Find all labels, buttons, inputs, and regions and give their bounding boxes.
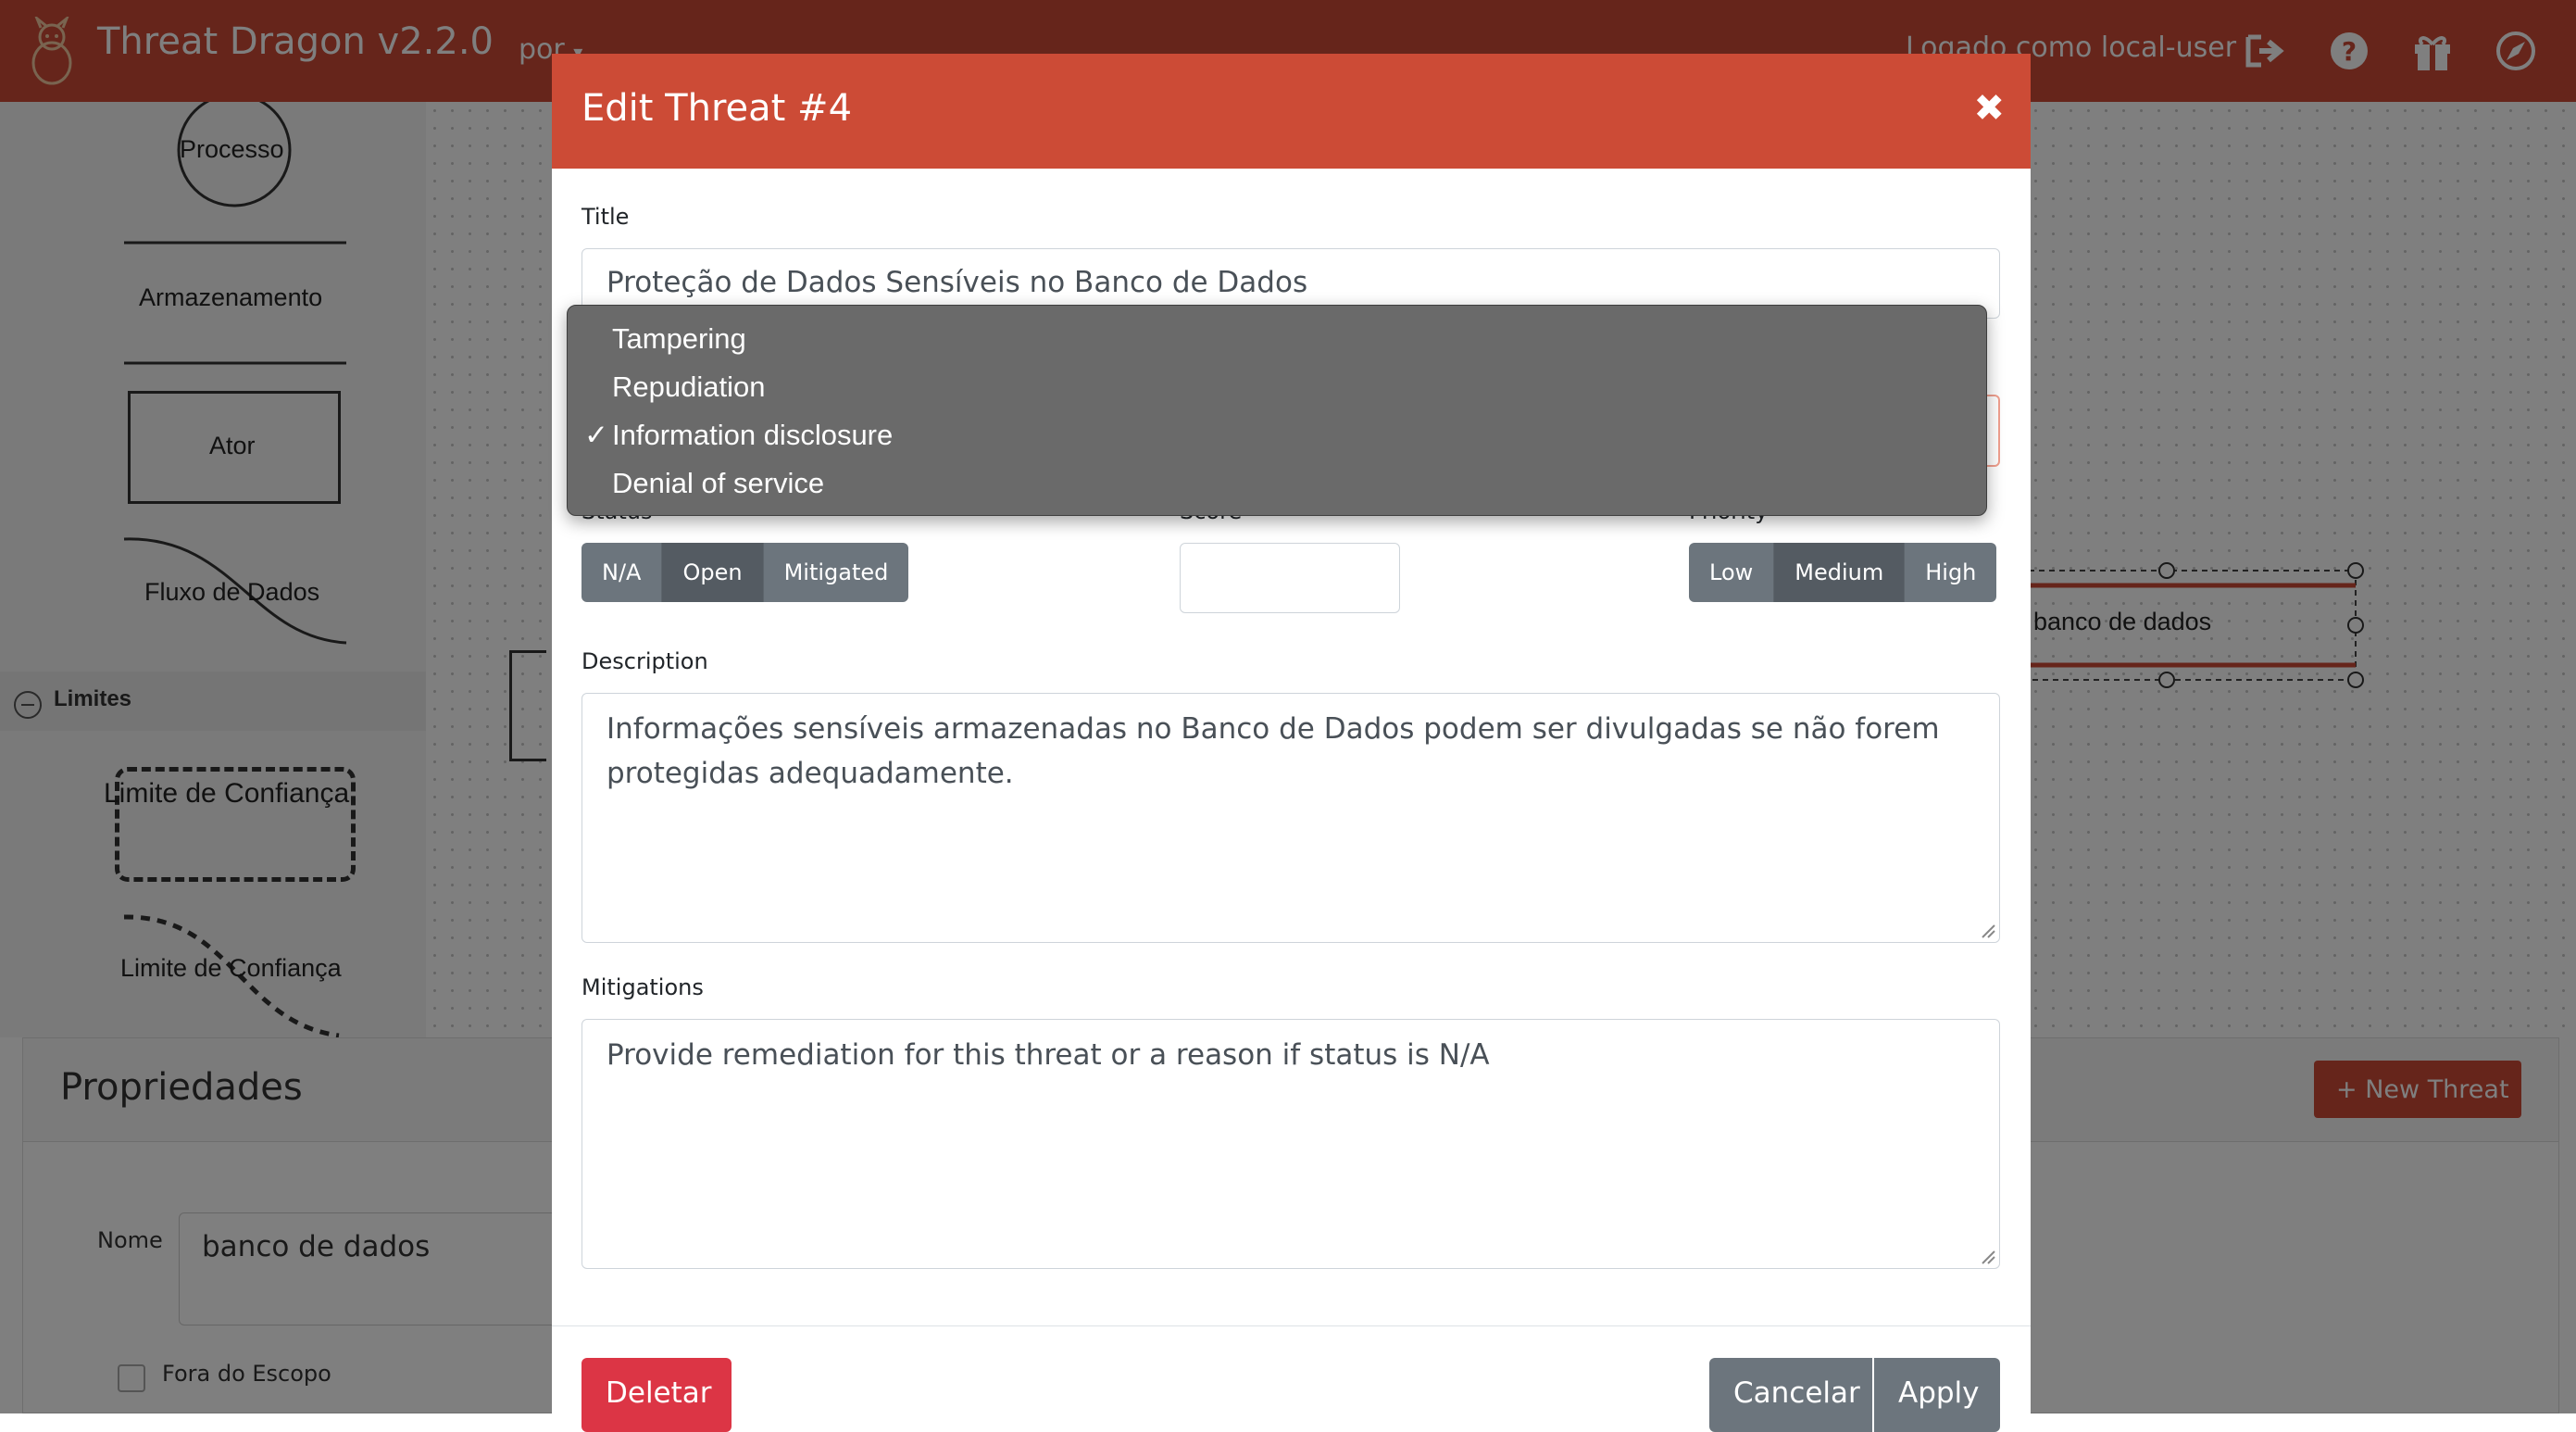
resize-grip-icon[interactable] — [1979, 922, 1995, 938]
description-textarea[interactable]: Informações sensíveis armazenadas no Ban… — [581, 693, 2000, 943]
option-label: Information disclosure — [612, 419, 894, 451]
option-label: Denial of service — [612, 467, 825, 499]
status-button-group: N/A Open Mitigated — [581, 543, 909, 602]
option-repudiation[interactable]: Repudiation — [568, 363, 1986, 411]
option-label: Tampering — [612, 322, 746, 355]
title-label: Title — [581, 204, 630, 230]
priority-low-button[interactable]: Low — [1689, 543, 1775, 602]
status-open-button[interactable]: Open — [662, 543, 764, 602]
mitigations-label: Mitigations — [581, 974, 704, 1000]
score-input[interactable] — [1180, 543, 1400, 613]
threat-type-dropdown: Tampering Repudiation ✓ Information disc… — [567, 305, 1987, 516]
delete-button[interactable]: Deletar — [581, 1358, 732, 1432]
modal-title: Edit Threat #4 — [581, 87, 853, 130]
mitigations-text: Provide remediation for this threat or a… — [606, 1038, 1490, 1072]
modal-header: Edit Threat #4 ✖ — [552, 54, 2031, 169]
option-tampering[interactable]: Tampering — [568, 315, 1986, 363]
edit-threat-modal: Edit Threat #4 ✖ Title Proteção de Dados… — [552, 54, 2031, 1432]
priority-medium-button[interactable]: Medium — [1774, 543, 1906, 602]
status-mitigated-button[interactable]: Mitigated — [763, 543, 909, 602]
description-text: Informações sensíveis armazenadas no Ban… — [606, 712, 1940, 790]
priority-high-button[interactable]: High — [1905, 543, 1997, 602]
option-information-disclosure[interactable]: ✓ Information disclosure — [568, 411, 1986, 459]
apply-button[interactable]: Apply — [1874, 1358, 2000, 1432]
option-label: Repudiation — [612, 371, 766, 403]
cancel-button[interactable]: Cancelar — [1709, 1358, 1872, 1432]
description-label: Description — [581, 648, 708, 674]
resize-grip-icon[interactable] — [1979, 1248, 1995, 1264]
check-icon: ✓ — [584, 419, 608, 451]
mitigations-textarea[interactable]: Provide remediation for this threat or a… — [581, 1019, 2000, 1269]
status-na-button[interactable]: N/A — [581, 543, 663, 602]
option-denial-of-service[interactable]: Denial of service — [568, 459, 1986, 508]
modal-footer-divider — [552, 1325, 2031, 1326]
close-icon[interactable]: ✖ — [1973, 87, 2005, 130]
priority-button-group: Low Medium High — [1689, 543, 1997, 602]
